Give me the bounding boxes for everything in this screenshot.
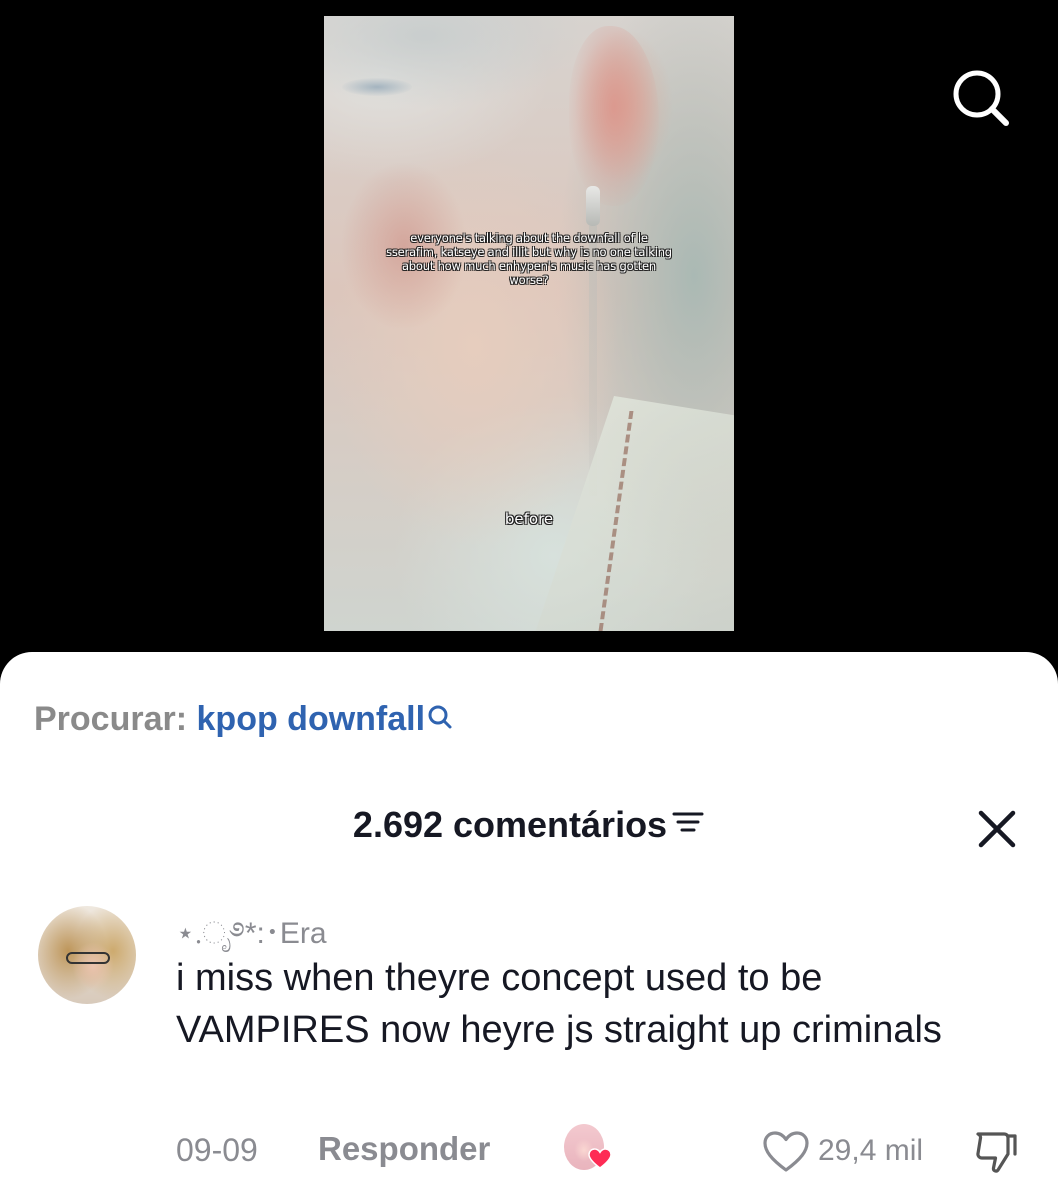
search-suggestion: Procurar: kpop downfall	[34, 700, 453, 739]
heart-outline-icon	[763, 1131, 809, 1172]
search-suggestion-query: kpop downfall	[196, 700, 426, 738]
creator-liked-badge	[562, 1124, 614, 1176]
creator-liked-heart-icon	[588, 1148, 612, 1169]
thumbs-down-icon	[976, 1132, 1017, 1173]
video-image-ear	[569, 26, 659, 206]
video-image-earring	[586, 186, 600, 226]
reply-button[interactable]: Responder	[318, 1130, 490, 1168]
video-caption: everyone's talking about the downfall of…	[386, 231, 672, 287]
video-image-eye	[342, 78, 412, 96]
dislike-button[interactable]	[972, 1128, 1020, 1176]
close-button[interactable]	[974, 806, 1020, 852]
video-player[interactable]: everyone's talking about the downfall of…	[324, 16, 734, 631]
comment-text: i miss when theyre concept used to be VA…	[176, 957, 942, 1051]
search-suggestion-link[interactable]: kpop downfall	[197, 700, 454, 738]
video-image-hair	[324, 16, 584, 136]
comments-count: 2.692 comentários	[352, 804, 668, 845]
search-icon	[427, 700, 453, 739]
close-icon	[978, 810, 1016, 848]
video-subcaption: before	[504, 510, 554, 528]
avatar-glasses	[66, 952, 110, 964]
like-button[interactable]	[762, 1130, 810, 1174]
comments-header: 2.692 comentários	[0, 804, 1058, 846]
filter-icon[interactable]	[671, 803, 705, 845]
avatar[interactable]	[38, 906, 136, 1004]
like-count: 29,4 mil	[818, 1134, 924, 1167]
comment-date: 09-09	[176, 1132, 258, 1168]
search-icon	[953, 70, 1009, 126]
top-search-button[interactable]	[946, 66, 1016, 130]
search-suggestion-prefix: Procurar:	[34, 700, 188, 738]
screen: everyone's talking about the downfall of…	[0, 0, 1058, 1200]
